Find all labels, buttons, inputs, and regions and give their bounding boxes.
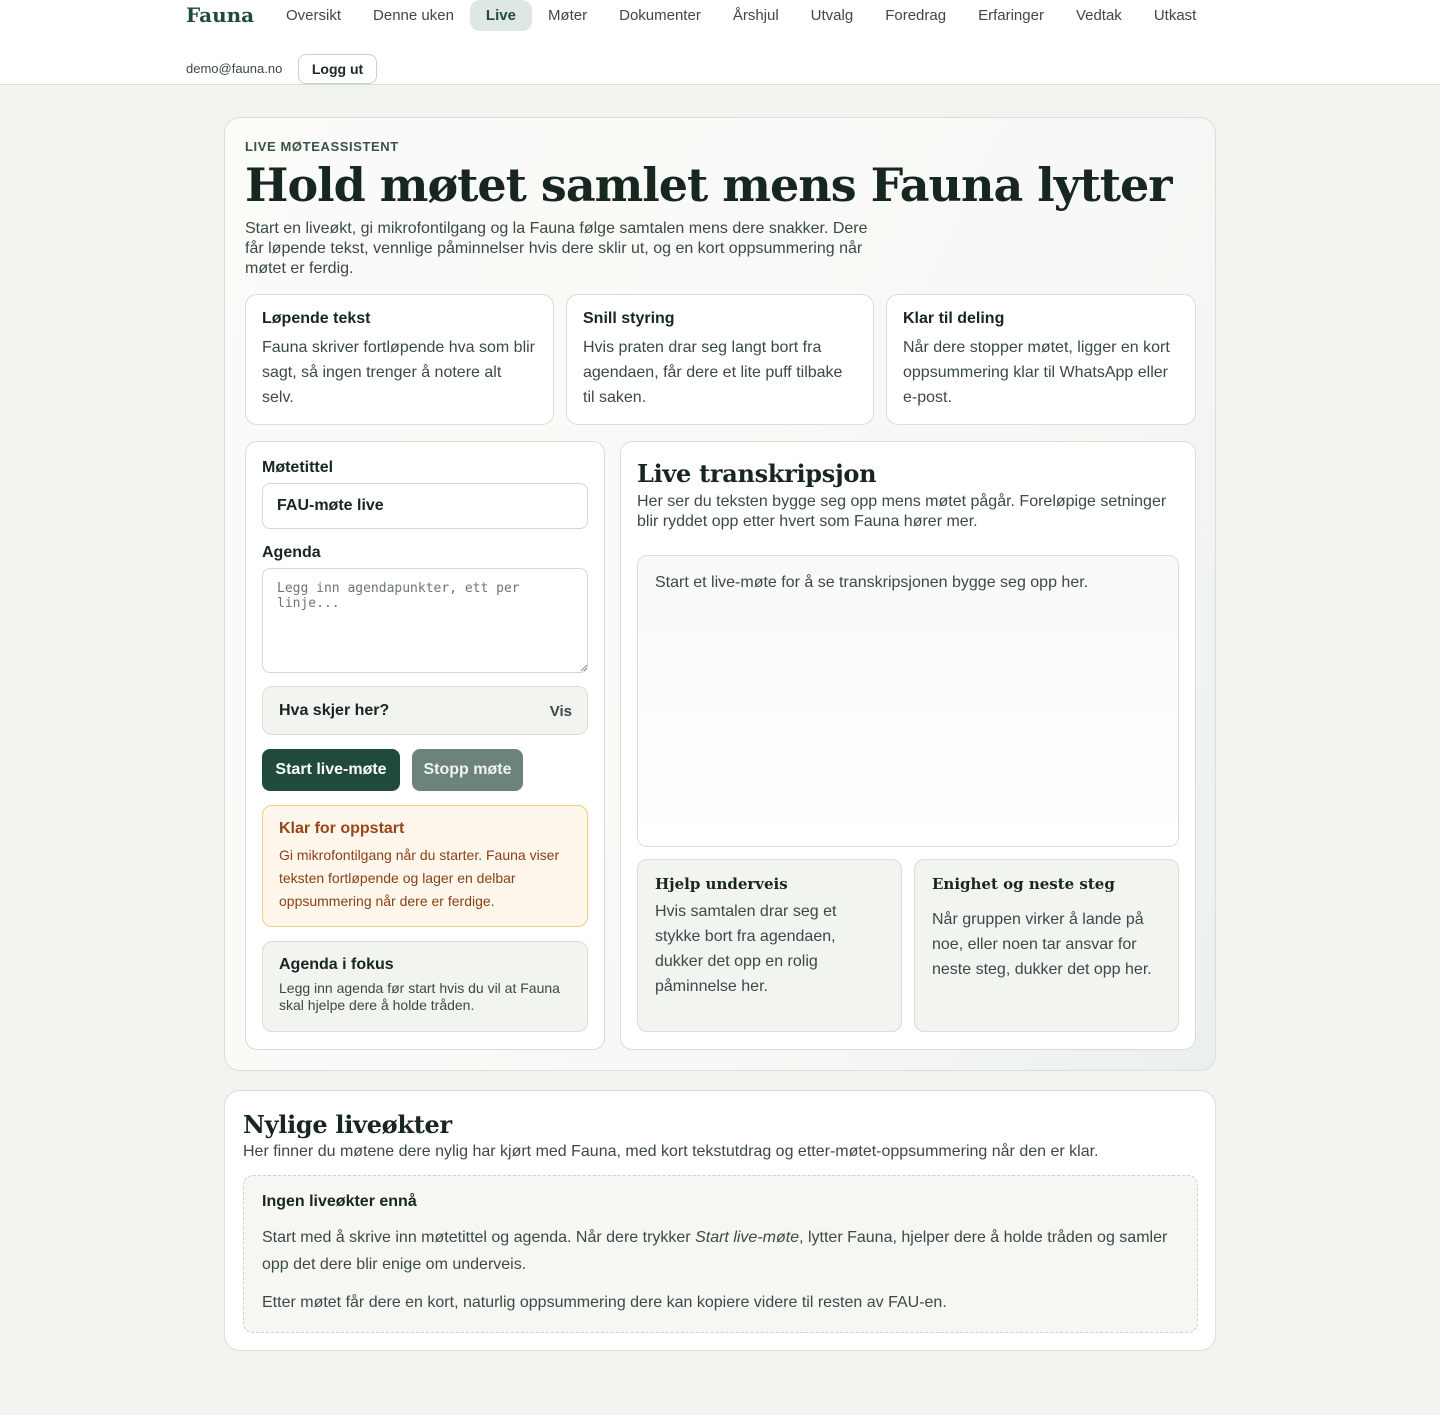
focus-title: Agenda i fokus	[279, 956, 394, 973]
recent-title: Nylige liveøkter	[243, 1110, 452, 1139]
agenda-textarea[interactable]	[262, 568, 588, 673]
help-question: Hva skjer her?	[279, 702, 390, 719]
nav-item-arshjul[interactable]: Årshjul	[717, 0, 795, 31]
status-text: Gi mikrofontilgang når du starter. Fauna…	[279, 847, 560, 909]
agenda-label: Agenda	[262, 544, 321, 561]
feature-title: Snill styring	[583, 310, 675, 327]
user-email: demo@fauna.no	[186, 61, 283, 76]
tip-card-agreement-next-steps: Enighet og neste steg Når gruppen virker…	[914, 859, 1179, 1032]
eyebrow-label: LIVE MØTEASSISTENT	[245, 139, 399, 154]
feature-card-ready-to-share: Klar til deling Når dere stopper møtet, …	[886, 294, 1196, 425]
recent-sessions-card: Nylige liveøkter Her finner du møtene de…	[224, 1090, 1216, 1351]
help-show-toggle[interactable]: Vis	[550, 703, 572, 720]
nav-item-denne-uken[interactable]: Denne uken	[357, 0, 470, 31]
feature-title: Klar til deling	[903, 310, 1005, 327]
page-title: Hold møtet samlet mens Fauna lytter	[245, 158, 1172, 212]
tip-text: Hvis samtalen drar seg et stykke bort fr…	[655, 903, 837, 995]
recent-description: Her finner du møtene dere nylig har kjør…	[243, 1143, 1099, 1160]
top-navigation-bar: Fauna Oversikt Denne uken Live Møter Dok…	[0, 0, 1440, 85]
nav-item-oversikt[interactable]: Oversikt	[270, 0, 357, 31]
tip-title: Hjelp underveis	[655, 875, 788, 893]
main-nav: Oversikt Denne uken Live Møter Dokumente…	[270, 0, 1212, 31]
empty-text-start: Start med å skrive inn møtetittel og age…	[262, 1229, 696, 1246]
feature-card-gentle-steering: Snill styring Hvis praten drar seg langt…	[566, 294, 874, 425]
nav-item-foredrag[interactable]: Foredrag	[869, 0, 962, 31]
nav-item-dokumenter[interactable]: Dokumenter	[603, 0, 717, 31]
nav-item-moter[interactable]: Møter	[532, 0, 603, 31]
start-live-meeting-button[interactable]: Start live-møte	[262, 749, 400, 791]
nav-item-live[interactable]: Live	[469, 0, 532, 31]
feature-card-running-text: Løpende tekst Fauna skriver fortløpende …	[245, 294, 554, 425]
transcript-area[interactable]: Start et live-møte for å se transkripsjo…	[637, 555, 1179, 847]
help-disclosure[interactable]: Hva skjer her? Vis	[262, 686, 588, 735]
nav-item-vedtak[interactable]: Vedtak	[1060, 0, 1138, 31]
empty-title: Ingen liveøkter ennå	[262, 1193, 417, 1210]
logout-button[interactable]: Logg ut	[298, 54, 377, 84]
tip-card-help-along-the-way: Hjelp underveis Hvis samtalen drar seg e…	[637, 859, 902, 1032]
empty-text-emphasis: Start live-møte	[695, 1229, 800, 1246]
page-description: Start en liveøkt, gi mikrofontilgang og …	[245, 220, 868, 277]
feature-title: Løpende tekst	[262, 310, 371, 327]
transcript-placeholder: Start et live-møte for å se transkripsjo…	[655, 574, 1089, 591]
empty-paragraph-2: Etter møtet får dere en kort, naturlig o…	[262, 1294, 947, 1311]
status-title: Klar for oppstart	[279, 820, 405, 837]
status-notice: Klar for oppstart Gi mikrofontilgang når…	[262, 805, 588, 927]
nav-item-utvalg[interactable]: Utvalg	[795, 0, 870, 31]
title-label: Møtetittel	[262, 459, 334, 476]
focus-text: Legg inn agenda før start hvis du vil at…	[279, 980, 560, 1013]
feature-text: Når dere stopper møtet, ligger en kort o…	[903, 339, 1170, 406]
meeting-title-input[interactable]	[262, 483, 588, 529]
brand-logo[interactable]: Fauna	[186, 3, 254, 27]
feature-text: Hvis praten drar seg langt bort fra agen…	[583, 339, 843, 406]
meeting-setup-panel: Møtetittel Agenda Hva skjer her? Vis Sta…	[245, 441, 605, 1050]
tip-title: Enighet og neste steg	[932, 875, 1115, 893]
tip-text: Når gruppen virker å lande på noe, eller…	[932, 911, 1152, 978]
live-assistant-card: LIVE MØTEASSISTENT Hold møtet samlet men…	[224, 117, 1216, 1071]
nav-item-erfaringer[interactable]: Erfaringer	[962, 0, 1060, 31]
feature-text: Fauna skriver fortløpende hva som blir s…	[262, 339, 535, 406]
resize-grip-icon[interactable]	[580, 664, 588, 672]
nav-item-utkast[interactable]: Utkast	[1138, 0, 1213, 31]
transcript-description: Her ser du teksten bygge seg opp mens mø…	[637, 493, 1167, 530]
empty-paragraph-1: Start med å skrive inn møtetittel og age…	[262, 1224, 1179, 1278]
live-transcript-panel: Live transkripsjon Her ser du teksten by…	[620, 441, 1196, 1050]
stop-meeting-button[interactable]: Stopp møte	[412, 749, 523, 791]
agenda-focus-card: Agenda i fokus Legg inn agenda før start…	[262, 941, 588, 1032]
empty-state: Ingen liveøkter ennå Start med å skrive …	[243, 1175, 1198, 1333]
transcript-title: Live transkripsjon	[637, 459, 877, 488]
